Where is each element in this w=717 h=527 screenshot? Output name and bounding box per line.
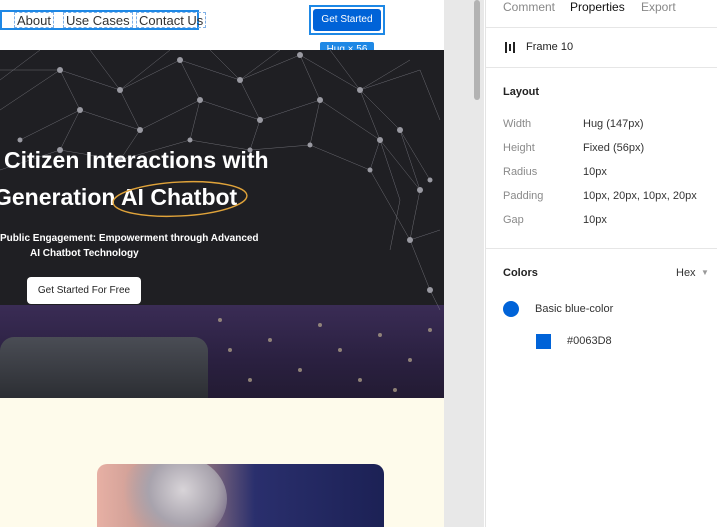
layout-section-title: Layout <box>503 86 540 98</box>
radius-value: 10px <box>583 166 607 178</box>
hero-subheading-line-2: AI Chatbot Technology <box>30 248 139 259</box>
card-image-detail <box>117 464 227 527</box>
nav-link-use-cases[interactable]: Use Cases <box>63 12 133 28</box>
color-swatch[interactable] <box>536 334 551 349</box>
color-style-name: Basic blue-color <box>535 303 614 315</box>
design-canvas[interactable]: About Use Cases Contact Us Get Started H… <box>0 0 444 527</box>
image-card <box>97 464 384 527</box>
get-started-button[interactable]: Get Started <box>313 9 381 31</box>
color-hex-value[interactable]: #0063D8 <box>567 335 612 347</box>
panel-tabs: Comment Properties Export <box>486 0 717 28</box>
height-label: Height <box>503 142 535 154</box>
width-label: Width <box>503 118 532 130</box>
pedestal-graphic <box>0 337 208 398</box>
nav-link-contact[interactable]: Contact Us <box>136 12 207 28</box>
gap-value: 10px <box>583 214 607 226</box>
colors-section-title: Colors <box>503 267 538 279</box>
tab-export[interactable]: Export <box>641 0 676 14</box>
get-started-free-button[interactable]: Get Started For Free <box>27 277 141 304</box>
color-style-dot <box>503 301 519 317</box>
canvas-gutter <box>444 0 484 527</box>
hero-subheading-line-1: Public Engagement: Empowerment through A… <box>0 233 259 244</box>
frame-name: Frame 10 <box>526 41 574 53</box>
tab-comment[interactable]: Comment <box>503 0 555 14</box>
height-value: Fixed (56px) <box>583 142 645 154</box>
canvas-scrollbar-thumb[interactable] <box>474 0 480 100</box>
section-divider <box>486 248 717 249</box>
hero-section[interactable]: Citizen Interactions with Generation AI … <box>0 50 444 398</box>
width-value: Hug (147px) <box>583 118 644 130</box>
highlight-ellipse-graphic <box>112 180 248 218</box>
properties-panel: Comment Properties Export Frame 10 Layou… <box>485 0 717 527</box>
frame-layout-icon <box>505 42 517 53</box>
hero-heading-line-1: Citizen Interactions with <box>4 147 269 173</box>
nav-link-about[interactable]: About <box>14 12 54 28</box>
radius-label: Radius <box>503 166 538 178</box>
tab-properties[interactable]: Properties <box>570 0 625 14</box>
frame-header: Frame 10 <box>486 28 717 68</box>
chevron-down-icon[interactable]: ▼ <box>701 268 709 277</box>
color-format-select[interactable]: Hex <box>676 267 696 279</box>
padding-label: Padding <box>503 190 544 202</box>
gap-label: Gap <box>503 214 524 226</box>
cta-selection-frame[interactable]: Get Started <box>309 5 385 35</box>
padding-value: 10px, 20px, 10px, 20px <box>583 190 697 202</box>
